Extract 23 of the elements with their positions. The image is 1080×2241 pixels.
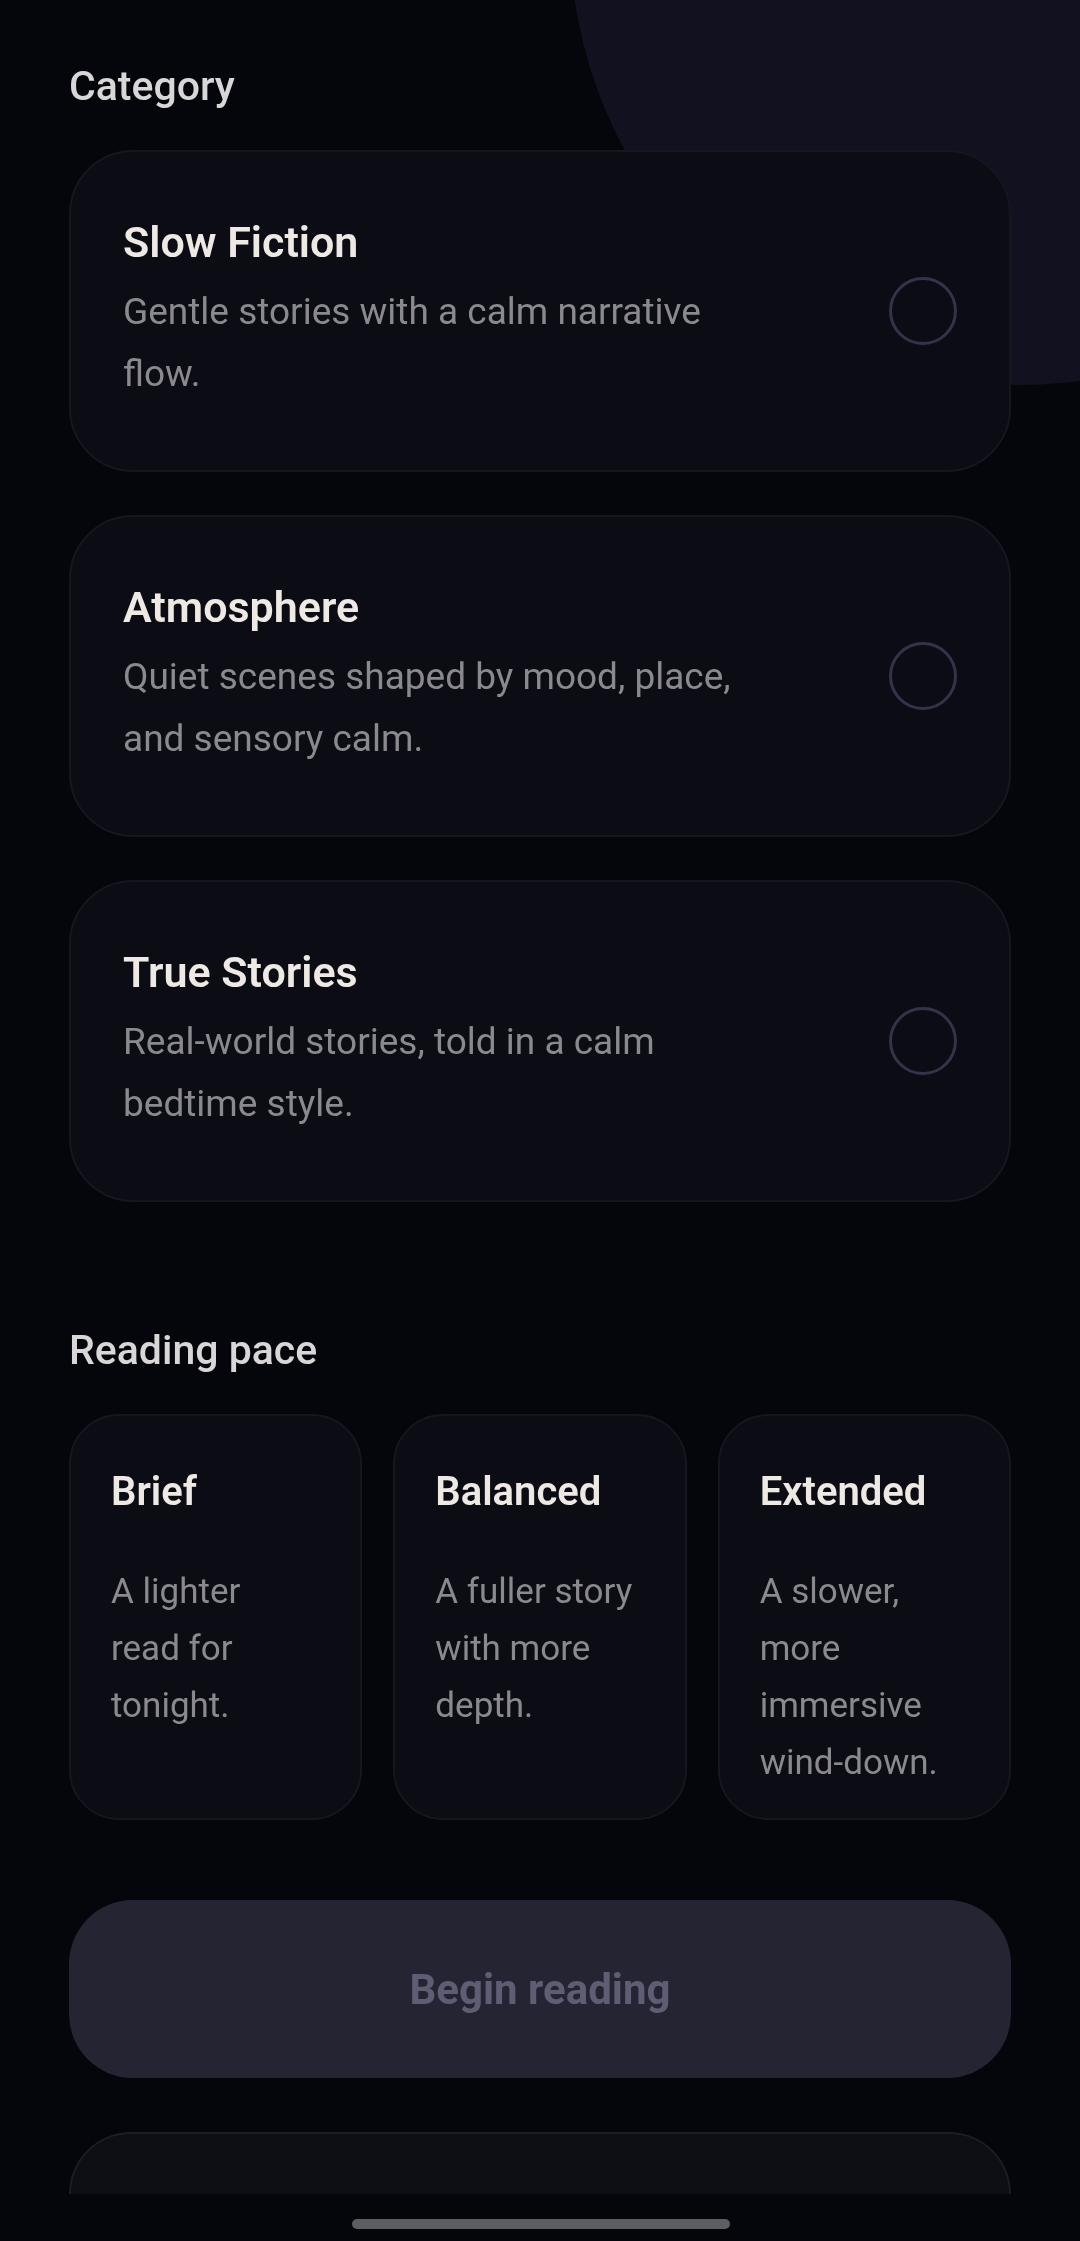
radio-button[interactable] — [889, 642, 957, 710]
pace-card[interactable]: Balanced A fuller story with more depth. — [393, 1414, 687, 1820]
category-card[interactable]: Slow Fiction Gentle stories with a calm narrative flow. — [69, 150, 1011, 472]
category-card[interactable]: Atmosphere Quiet scenes shaped by mood, place, and sensory calm. — [69, 515, 1011, 837]
category-title: Atmosphere — [123, 582, 361, 632]
section-title: Category — [69, 62, 236, 110]
pace-description: A lighter read for tonight. — [111, 1570, 242, 1728]
pace-description: A slower, more immersive wind-down. — [759, 1570, 939, 1785]
radio-button[interactable] — [889, 277, 957, 345]
pace-card[interactable]: Extended A slower, more immersive wind-down. — [717, 1414, 1011, 1820]
pace-card[interactable]: Brief A lighter read for tonight. — [69, 1414, 363, 1820]
pace-description: A fuller story with more depth. — [435, 1570, 634, 1728]
category-description: Real-world stories, told in a calm bedtime style. — [123, 1019, 656, 1127]
category-title: Slow Fiction — [123, 217, 360, 267]
pace-title: Brief — [111, 1468, 198, 1517]
radio-button[interactable] — [889, 1007, 957, 1075]
pace-title: Extended — [759, 1468, 928, 1517]
section-title: Reading pace — [69, 1326, 319, 1374]
category-card[interactable]: True Stories Real-world stories, told in a calm bedtime style. — [69, 880, 1011, 1202]
pace-title: Balanced — [435, 1468, 603, 1517]
category-description: Quiet scenes shaped by mood, place, and sensory calm. — [123, 654, 732, 762]
category-title: True Stories — [123, 947, 359, 997]
category-description: Gentle stories with a calm narrative flow. — [123, 289, 702, 397]
